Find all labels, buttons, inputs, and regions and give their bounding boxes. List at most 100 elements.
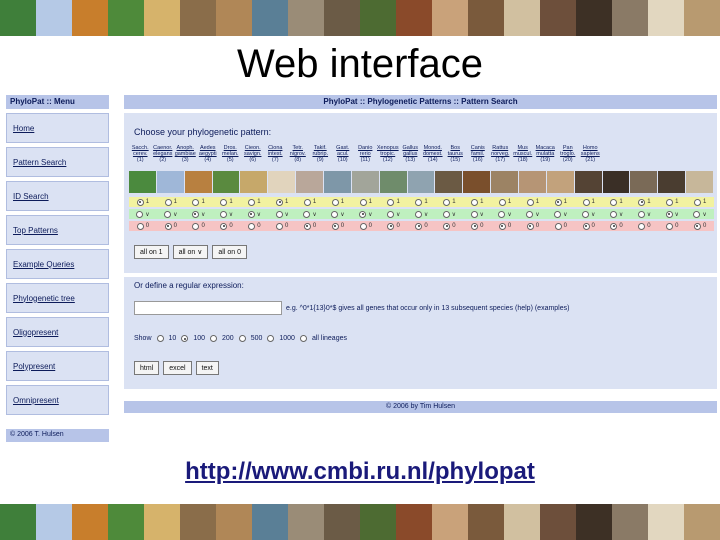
radio-button[interactable] [498,198,506,206]
radio-button[interactable] [554,198,562,206]
show-option-radio[interactable] [156,335,164,342]
species-name[interactable]: Xenopus tropic. [377,145,400,157]
show-option-radio[interactable] [210,335,217,342]
radio-button[interactable] [220,198,228,206]
radio-button[interactable] [693,222,701,230]
radio-button[interactable] [331,222,339,230]
radio-button[interactable] [610,198,618,206]
species-column-header[interactable]: Takif. rubrip. (9) [309,145,332,163]
species-name[interactable]: Cieon. savign. [242,145,265,157]
radio-button[interactable] [554,222,562,230]
radio-button[interactable] [498,210,506,218]
menu-item-id-search[interactable]: ID Search [6,181,109,211]
radio-button[interactable] [470,210,478,218]
radio-button[interactable] [638,222,646,230]
radio-button[interactable] [610,222,618,230]
radio-button[interactable] [191,210,199,218]
menu-item-oligopresent[interactable]: Oligopresent [6,317,109,347]
output-html-button[interactable]: html [134,361,160,375]
species-column-header[interactable]: Cieon. savign. (6) [242,145,265,163]
species-column-header[interactable]: Danio rerio (11) [354,145,377,163]
radio-button[interactable] [359,198,367,206]
species-column-header[interactable]: Ciona intest. (7) [264,145,287,163]
radio-button[interactable] [220,222,228,230]
radio-button[interactable] [275,210,283,218]
radio-button[interactable] [443,198,451,206]
radio-button[interactable] [164,210,172,218]
species-column-header[interactable]: Anoph. gambiae (3) [174,145,197,163]
radio-button[interactable] [666,222,674,230]
radio-button[interactable] [582,222,590,230]
species-column-header[interactable]: Gallus gallus (13) [399,145,422,163]
menu-item-pattern-search[interactable]: Pattern Search [6,147,109,177]
species-name[interactable]: Caenor. elegans [152,145,175,157]
radio-button[interactable] [471,222,479,230]
radio-button[interactable] [526,210,534,218]
url-link[interactable]: http://www.cmbi.ru.nl/phylopat [0,458,720,486]
radio-button[interactable] [637,210,645,218]
species-column-header[interactable]: Pan troglo. (20) [557,145,580,163]
species-name[interactable]: Mus muscul. [512,145,535,157]
regex-input[interactable] [134,301,282,315]
radio-button[interactable] [247,210,255,218]
radio-button[interactable] [638,198,646,206]
species-name[interactable]: Gast. acul. [332,145,355,157]
species-column-header[interactable]: Gast. acul. (10) [332,145,355,163]
radio-button[interactable] [666,198,674,206]
all-on-button[interactable]: all on 0 [212,245,247,259]
species-name[interactable]: Homo sapiens [579,145,602,157]
species-column-header[interactable]: Homo sapiens (21) [579,145,602,163]
species-name[interactable]: Macaca mulatta [534,145,557,157]
species-name[interactable]: Bos taurus [444,145,467,157]
radio-button[interactable] [192,198,200,206]
species-name[interactable]: Pan troglo. [557,145,580,157]
radio-button[interactable] [331,210,339,218]
species-column-header[interactable]: Mus muscul. (18) [512,145,535,163]
radio-button[interactable] [415,198,423,206]
radio-button[interactable] [471,198,479,206]
output-text-button[interactable]: text [195,361,219,375]
radio-button[interactable] [554,210,562,218]
species-name[interactable]: Takif. rubrip. [309,145,332,157]
species-column-header[interactable]: Rattus norveg. (17) [489,145,512,163]
radio-button[interactable] [276,222,284,230]
species-name[interactable]: Anoph. gambiae [174,145,197,157]
radio-button[interactable] [303,222,311,230]
species-column-header[interactable]: Caenor. elegans (2) [152,145,175,163]
species-name[interactable]: Canis famil. [467,145,490,157]
species-name[interactable]: Danio rerio [354,145,377,157]
species-column-header[interactable]: Tetr. nigrov. (8) [287,145,310,163]
radio-button[interactable] [386,210,394,218]
menu-item-top-patterns[interactable]: Top Patterns [6,215,109,245]
radio-button[interactable] [665,210,673,218]
output-excel-button[interactable]: excel [163,361,192,375]
radio-button[interactable] [415,222,423,230]
radio-button[interactable] [192,222,200,230]
radio-button[interactable] [248,198,256,206]
species-name[interactable]: Gallus gallus [399,145,422,157]
show-option-radio[interactable] [181,335,189,342]
radio-button[interactable] [359,210,367,218]
species-column-header[interactable]: Macaca mulatta (19) [534,145,557,163]
radio-button[interactable] [693,210,701,218]
radio-button[interactable] [693,198,701,206]
radio-button[interactable] [609,210,617,218]
all-on-button[interactable]: all on ∨ [172,245,209,259]
radio-button[interactable] [414,210,422,218]
radio-button[interactable] [303,198,311,206]
radio-button[interactable] [581,210,589,218]
species-column-header[interactable]: Canis famil. (16) [467,145,490,163]
menu-item-omnipresent[interactable]: Omnipresent [6,385,109,415]
species-name[interactable]: Rattus norveg. [489,145,512,157]
show-option-radio[interactable] [238,335,246,342]
species-name[interactable]: Sacch. cerev. [129,145,152,157]
show-option-radio[interactable] [267,335,275,342]
species-name[interactable]: Monod. domest. [422,145,445,157]
species-column-header[interactable]: Monod. domest. (14) [422,145,445,163]
menu-item-example-queries[interactable]: Example Queries [6,249,109,279]
radio-button[interactable] [219,210,227,218]
menu-item-polypresent[interactable]: Polypresent [6,351,109,381]
all-on-button[interactable]: all on 1 [134,245,169,259]
radio-button[interactable] [136,222,144,230]
species-column-header[interactable]: Bos taurus (15) [444,145,467,163]
